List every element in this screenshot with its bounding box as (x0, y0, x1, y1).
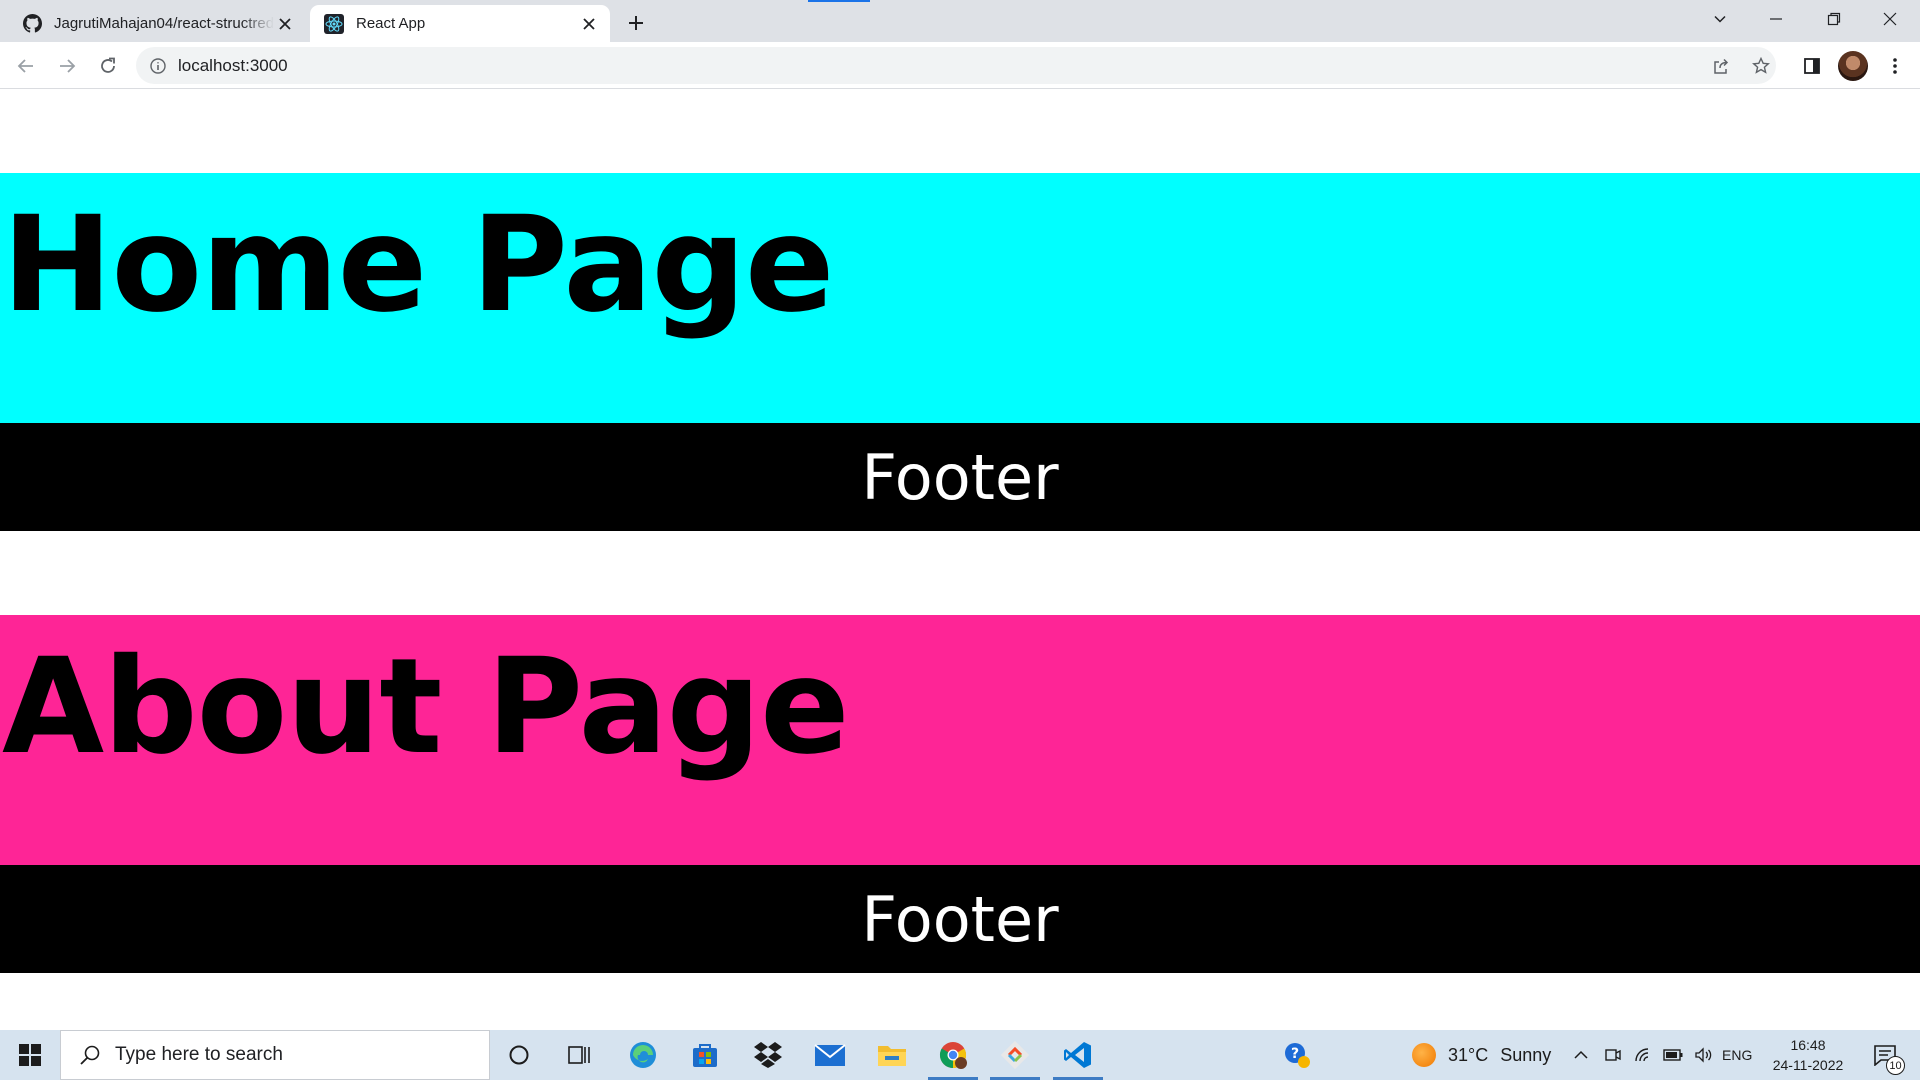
task-view-icon[interactable] (555, 1030, 605, 1080)
home-heading: Home Page (2, 188, 834, 342)
loading-indicator (808, 0, 870, 2)
new-tab-button[interactable] (622, 9, 650, 37)
notification-center-button[interactable]: 10 (1862, 1030, 1908, 1080)
avatar[interactable] (1838, 51, 1868, 81)
search-icon (77, 1042, 103, 1068)
language-indicator[interactable]: ENG (1722, 1030, 1752, 1080)
page-content: Home Page Footer About Page Footer (0, 89, 1920, 1030)
tab-github[interactable]: JagrutiMahajan04/react-structred (8, 5, 306, 42)
volume-icon[interactable] (1690, 1030, 1716, 1080)
tab-strip: JagrutiMahajan04/react-structred React A… (0, 0, 1920, 42)
forward-button[interactable] (51, 50, 83, 82)
about-heading: About Page (2, 630, 850, 784)
info-icon[interactable] (148, 56, 168, 76)
weather-condition: Sunny (1500, 1044, 1552, 1065)
address-bar[interactable]: localhost:3000 (136, 47, 1776, 84)
footer-text: Footer (861, 882, 1059, 956)
close-window-button[interactable] (1862, 0, 1918, 38)
reload-button[interactable] (92, 50, 124, 82)
menu-button[interactable] (1880, 51, 1910, 81)
file-explorer-icon[interactable] (867, 1030, 917, 1080)
notification-badge: 10 (1886, 1056, 1905, 1075)
dropbox-icon[interactable] (743, 1030, 793, 1080)
reload-icon (101, 57, 115, 73)
tab-search-button[interactable] (1692, 0, 1748, 38)
back-button[interactable] (10, 50, 42, 82)
taskbar: Type here to search ? 31°C Sunny ENG 16:… (0, 1030, 1920, 1080)
chevron-down-icon (1714, 15, 1726, 23)
tray-expand-button[interactable] (1568, 1030, 1594, 1080)
github-icon (22, 14, 42, 34)
arrow-left-icon (17, 59, 33, 73)
about-section: About Page (0, 615, 1920, 865)
restore-icon (1827, 12, 1841, 26)
minimize-button[interactable] (1748, 0, 1804, 38)
close-icon (1883, 12, 1897, 26)
footer-text: Footer (861, 440, 1059, 514)
home-section: Home Page (0, 173, 1920, 423)
side-panel-button[interactable] (1797, 51, 1827, 81)
tab-title: React App (356, 15, 426, 32)
address-text[interactable]: localhost:3000 (178, 56, 288, 76)
svg-text:?: ? (1291, 1046, 1299, 1062)
sun-icon (1412, 1043, 1436, 1067)
tab-title: JagrutiMahajan04/react-structred (54, 15, 274, 32)
mail-icon[interactable] (805, 1030, 855, 1080)
more-vertical-icon (1893, 58, 1897, 74)
search-placeholder[interactable]: Type here to search (115, 1044, 283, 1066)
restore-button[interactable] (1806, 0, 1862, 38)
minimize-icon (1770, 18, 1782, 20)
share-icon[interactable] (1708, 53, 1734, 79)
battery-icon[interactable] (1660, 1030, 1686, 1080)
meet-now-icon[interactable] (1600, 1030, 1626, 1080)
weather-temp: 31°C (1448, 1044, 1489, 1065)
vscode-icon[interactable] (1053, 1030, 1103, 1080)
browser-toolbar: localhost:3000 (0, 42, 1920, 89)
plus-icon (629, 16, 643, 30)
arrow-right-icon (60, 59, 76, 73)
close-tab-icon[interactable] (274, 13, 296, 35)
help-icon[interactable]: ? (1272, 1030, 1322, 1080)
tab-react-app[interactable]: React App (310, 5, 610, 42)
bookmark-star-icon[interactable] (1748, 53, 1774, 79)
chrome-icon[interactable] (928, 1030, 978, 1080)
about-footer: Footer (0, 865, 1920, 973)
chevron-up-icon (1574, 1050, 1588, 1059)
close-tab-icon[interactable] (578, 13, 600, 35)
weather-widget[interactable]: 31°C Sunny (1412, 1030, 1551, 1080)
windows-icon (19, 1044, 41, 1066)
store-icon[interactable] (680, 1030, 730, 1080)
react-icon (324, 13, 344, 34)
clock[interactable]: 16:48 24-11-2022 (1768, 1035, 1848, 1075)
taskbar-search[interactable]: Type here to search (60, 1030, 490, 1080)
git-icon[interactable] (990, 1030, 1040, 1080)
clock-time: 16:48 (1790, 1037, 1826, 1053)
wifi-icon[interactable] (1630, 1030, 1656, 1080)
clock-date: 24-11-2022 (1772, 1057, 1844, 1073)
edge-icon[interactable] (618, 1030, 668, 1080)
side-panel-icon (1804, 58, 1820, 74)
cortana-icon[interactable] (494, 1030, 544, 1080)
start-button[interactable] (0, 1030, 60, 1080)
home-footer: Footer (0, 423, 1920, 531)
